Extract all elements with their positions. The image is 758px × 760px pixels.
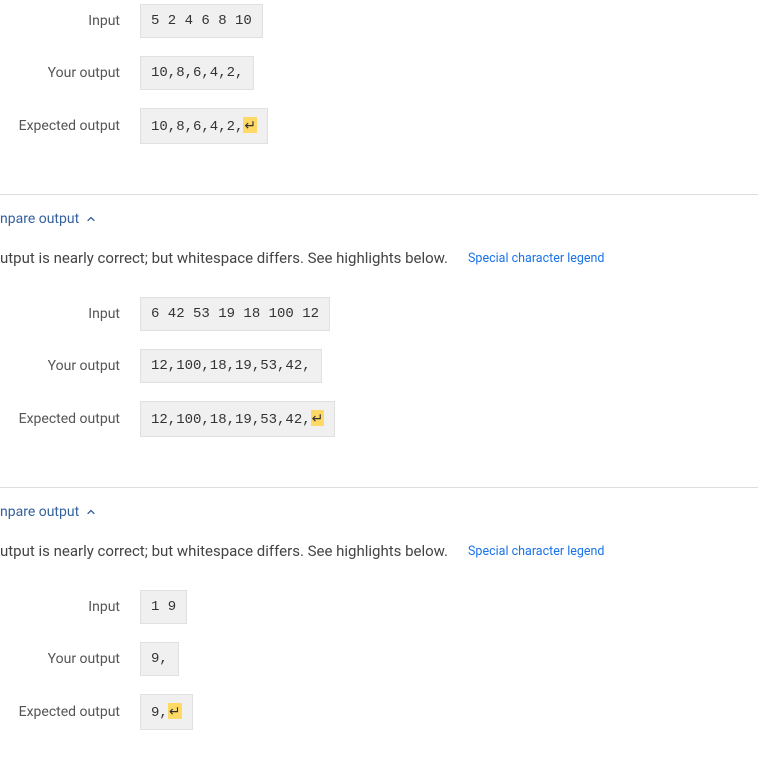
input-label: Input bbox=[0, 306, 140, 322]
your-output-label: Your output bbox=[0, 358, 140, 374]
test-case-1: Input 6 42 53 19 18 100 12 Your output 1… bbox=[0, 293, 758, 467]
expected-output-row: Expected output 9,↵ bbox=[0, 694, 758, 730]
expected-text: 9, bbox=[151, 705, 168, 721]
highlight-return-char: ↵ bbox=[243, 117, 257, 133]
your-output-label: Your output bbox=[0, 651, 140, 667]
your-output-row: Your output 9, bbox=[0, 642, 758, 676]
special-char-legend-link[interactable]: Special character legend bbox=[468, 251, 604, 266]
expected-text: 12,100,18,19,53,42, bbox=[151, 412, 311, 428]
whitespace-diff-message: utput is nearly correct; but whitespace … bbox=[0, 542, 448, 560]
your-output-value: 12,100,18,19,53,42, bbox=[140, 349, 322, 383]
special-char-legend-link[interactable]: Special character legend bbox=[468, 544, 604, 559]
input-row: Input 1 9 bbox=[0, 590, 758, 624]
expected-output-value: 9,↵ bbox=[140, 694, 193, 730]
whitespace-diff-message: utput is nearly correct; but whitespace … bbox=[0, 249, 448, 267]
input-value: 1 9 bbox=[140, 590, 187, 624]
expected-output-row: Expected output 10,8,6,4,2,↵ bbox=[0, 108, 758, 144]
input-label: Input bbox=[0, 599, 140, 615]
expected-output-value: 12,100,18,19,53,42,↵ bbox=[140, 401, 335, 437]
highlight-return-char: ↵ bbox=[168, 703, 182, 719]
your-output-row: Your output 10,8,6,4,2, bbox=[0, 56, 758, 90]
chevron-up-icon bbox=[85, 213, 97, 225]
input-row: Input 6 42 53 19 18 100 12 bbox=[0, 297, 758, 331]
expected-output-label: Expected output bbox=[0, 704, 140, 720]
your-output-value: 10,8,6,4,2, bbox=[140, 56, 254, 90]
message-line: utput is nearly correct; but whitespace … bbox=[0, 249, 758, 267]
input-value: 6 42 53 19 18 100 12 bbox=[140, 297, 330, 331]
message-line: utput is nearly correct; but whitespace … bbox=[0, 542, 758, 560]
compare-output-label: npare output bbox=[0, 504, 79, 520]
test-case-2: Input 1 9 Your output 9, Expected output… bbox=[0, 586, 758, 760]
your-output-row: Your output 12,100,18,19,53,42, bbox=[0, 349, 758, 383]
input-label: Input bbox=[0, 13, 140, 29]
highlight-return-char: ↵ bbox=[311, 410, 325, 426]
expected-text: 10,8,6,4,2, bbox=[151, 119, 243, 135]
compare-output-toggle[interactable]: npare output bbox=[0, 211, 758, 227]
compare-output-toggle[interactable]: npare output bbox=[0, 504, 758, 520]
chevron-up-icon bbox=[85, 506, 97, 518]
your-output-label: Your output bbox=[0, 65, 140, 81]
your-output-value: 9, bbox=[140, 642, 179, 676]
input-row: Input 5 2 4 6 8 10 bbox=[0, 4, 758, 38]
expected-output-label: Expected output bbox=[0, 411, 140, 427]
separator bbox=[0, 194, 758, 195]
separator bbox=[0, 487, 758, 488]
expected-output-value: 10,8,6,4,2,↵ bbox=[140, 108, 268, 144]
input-value: 5 2 4 6 8 10 bbox=[140, 4, 263, 38]
expected-output-label: Expected output bbox=[0, 118, 140, 134]
expected-output-row: Expected output 12,100,18,19,53,42,↵ bbox=[0, 401, 758, 437]
compare-output-label: npare output bbox=[0, 211, 79, 227]
test-case-0: Input 5 2 4 6 8 10 Your output 10,8,6,4,… bbox=[0, 0, 758, 174]
